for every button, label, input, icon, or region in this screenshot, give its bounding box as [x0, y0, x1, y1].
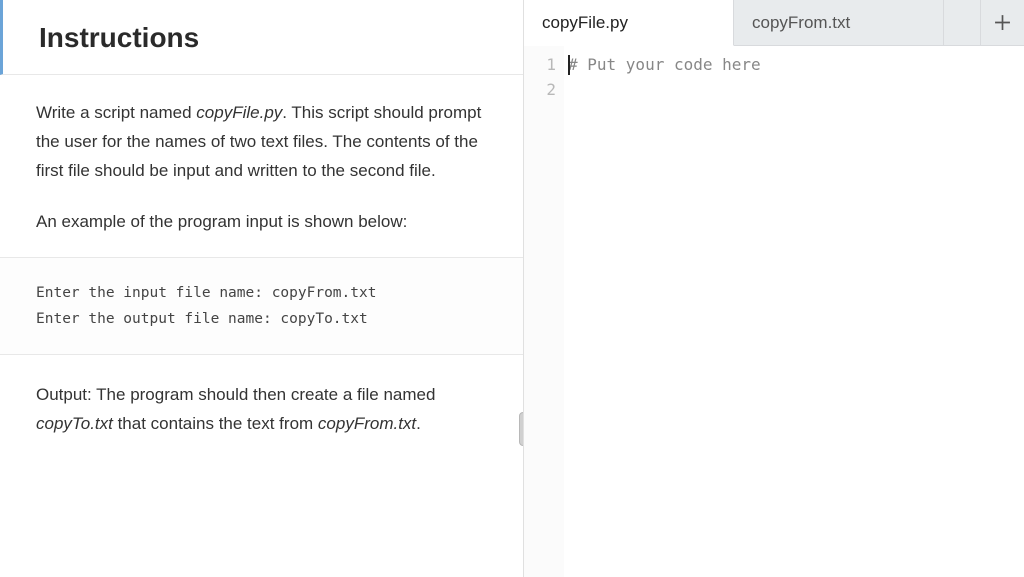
tab-label: copyFrom.txt: [752, 13, 850, 33]
instructions-paragraph-2: An example of the program input is shown…: [36, 208, 487, 237]
line-number: 2: [524, 77, 556, 102]
instructions-header: Instructions: [0, 0, 523, 75]
plus-icon: [994, 14, 1011, 31]
tab-bar: copyFile.py copyFrom.txt: [524, 0, 1024, 46]
filename-italic: copyFrom.txt: [318, 414, 416, 433]
tab-label: copyFile.py: [542, 13, 628, 33]
output-paragraph: Output: The program should then create a…: [36, 381, 487, 439]
code-sample: Enter the input file name: copyFrom.txt …: [36, 280, 487, 332]
code-editor[interactable]: 1 2 # Put your code here: [524, 46, 1024, 577]
code-sample-block: Enter the input file name: copyFrom.txt …: [0, 258, 523, 355]
filename-italic: copyTo.txt: [36, 414, 113, 433]
line-number: 1: [524, 52, 556, 77]
instructions-body: Write a script named copyFile.py. This s…: [0, 75, 523, 258]
tab-copyfile[interactable]: copyFile.py: [524, 0, 734, 46]
instructions-title: Instructions: [39, 22, 487, 54]
new-tab-button[interactable]: [980, 0, 1024, 45]
instructions-panel: Instructions Write a script named copyFi…: [0, 0, 524, 577]
text-fragment: Write a script named: [36, 103, 196, 122]
filename-italic: copyFile.py: [196, 103, 282, 122]
text-cursor: [568, 55, 570, 75]
code-area[interactable]: # Put your code here: [564, 46, 1024, 577]
tab-copyfrom[interactable]: copyFrom.txt: [734, 0, 944, 45]
code-line: # Put your code here: [568, 52, 1024, 77]
text-fragment: .: [416, 414, 421, 433]
editor-panel: copyFile.py copyFrom.txt 1 2 # Put your …: [524, 0, 1024, 577]
output-section: Output: The program should then create a…: [0, 355, 523, 459]
instructions-paragraph-1: Write a script named copyFile.py. This s…: [36, 99, 487, 186]
text-fragment: Output: The program should then create a…: [36, 385, 435, 404]
code-line: [568, 77, 1024, 102]
text-fragment: that contains the text from: [113, 414, 318, 433]
line-number-gutter: 1 2: [524, 46, 564, 577]
